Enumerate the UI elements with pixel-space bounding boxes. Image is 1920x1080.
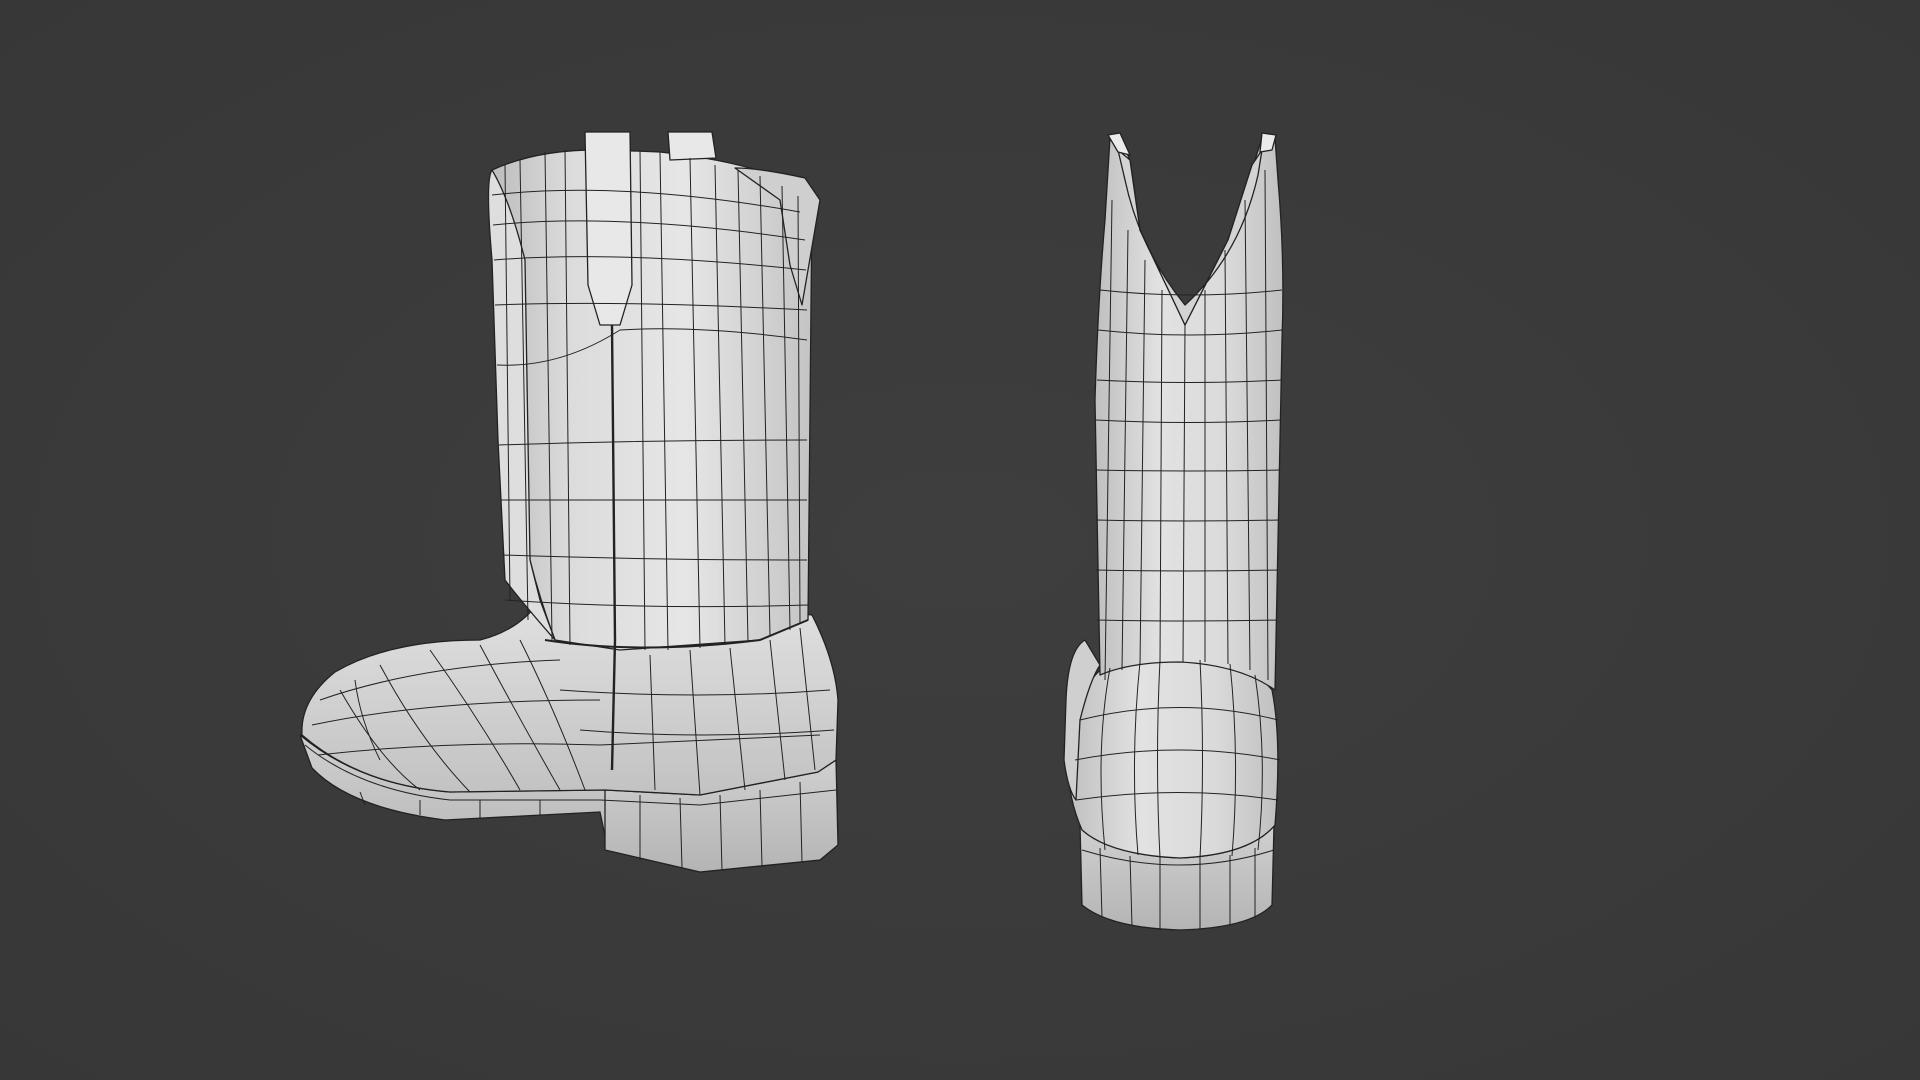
- 3d-viewport[interactable]: [0, 0, 1920, 1080]
- pull-tab-front: [584, 131, 633, 326]
- boot-shaft: [491, 149, 813, 651]
- pull-tab-back: [667, 131, 717, 161]
- back-heel-counter: [1067, 659, 1279, 859]
- boot-back-view[interactable]: [1063, 132, 1284, 931]
- viewport-canvas: [299, 131, 1284, 931]
- boot-side-view[interactable]: [299, 131, 839, 873]
